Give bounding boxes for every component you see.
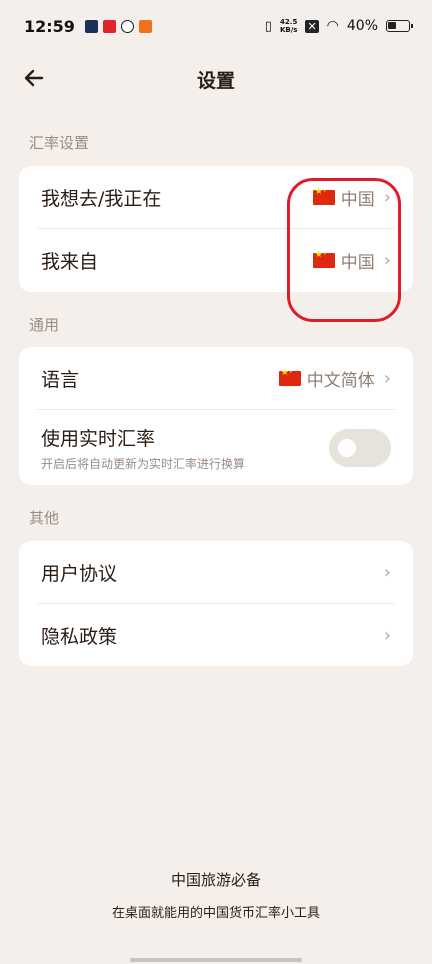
battery-percent: 40% (346, 18, 378, 34)
status-right: ▯ 42.5 KB/s ✕ ◠ 40% (264, 18, 413, 34)
app-icon (138, 19, 152, 33)
net-speed-unit: KB/s (279, 26, 298, 34)
wifi-icon: ◠ (326, 18, 339, 34)
battery-icon (386, 20, 413, 32)
destination-label: 我想去/我正在 (41, 188, 162, 210)
general-card: 语言 中文简体 › 使用实时汇率 开启后将自动更新为实时汇率进行换算 (19, 347, 413, 485)
header: 设置 (0, 52, 432, 102)
page-title: 设置 (196, 70, 235, 92)
other-card: 用户协议 › 隐私政策 › (19, 541, 413, 666)
language-label: 语言 (41, 369, 80, 391)
footer-subtitle: 在桌面就能用的中国货币汇率小工具 (111, 906, 320, 921)
privacy-policy-row[interactable]: 隐私政策 › (19, 604, 413, 667)
highlight-annotation (287, 178, 401, 322)
user-agreement-label: 用户协议 (41, 563, 118, 585)
chevron-right-icon: › (383, 562, 391, 583)
status-bar: 12:59 ▯ 42.5 KB/s ✕ ◠ 40% (0, 0, 432, 52)
chevron-right-icon: › (383, 625, 391, 646)
footer-title: 中国旅游必备 (170, 871, 261, 889)
chevron-right-icon: › (383, 368, 391, 389)
realtime-description: 开启后将自动更新为实时汇率进行换算 (41, 457, 246, 471)
net-speed: 42.5 KB/s (280, 18, 297, 34)
taobao-icon (102, 19, 116, 33)
language-selected: 中文简体 (306, 371, 375, 391)
privacy-policy-label: 隐私政策 (41, 626, 118, 648)
realtime-texts: 使用实时汇率 开启后将自动更新为实时汇率进行换算 (41, 424, 245, 472)
language-row[interactable]: 语言 中文简体 › (19, 347, 413, 410)
origin-label: 我来自 (41, 251, 99, 273)
privacy-policy-arrow: › (381, 625, 391, 646)
section-label-general: 通用 (29, 316, 60, 334)
net-speed-value: 42.5 (280, 18, 298, 26)
sim-icon: ✕ (305, 19, 319, 33)
user-agreement-arrow: › (381, 562, 391, 583)
toggle-knob (338, 439, 356, 457)
vibrate-icon: ▯ (264, 18, 272, 34)
realtime-rate-row: 使用实时汇率 开启后将自动更新为实时汇率进行换算 (19, 410, 413, 486)
realtime-toggle[interactable] (329, 429, 391, 467)
home-indicator[interactable] (130, 958, 302, 962)
china-flag-icon (278, 365, 301, 386)
play-icon (84, 19, 98, 33)
status-time: 12:59 (24, 16, 75, 36)
realtime-label: 使用实时汇率 (41, 428, 156, 450)
link-icon (120, 19, 134, 33)
user-agreement-row[interactable]: 用户协议 › (19, 541, 413, 604)
language-value: 中文简体 › (278, 365, 391, 391)
section-label-other: 其他 (29, 509, 60, 527)
section-label-exchange: 汇率设置 (29, 134, 90, 152)
